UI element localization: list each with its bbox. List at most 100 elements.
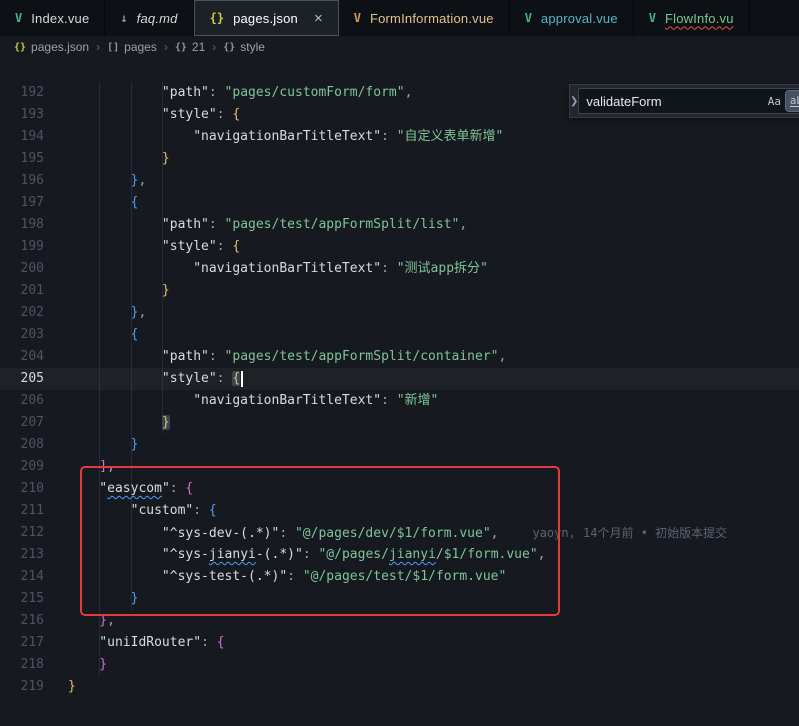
line-number[interactable]: 212 [0, 522, 44, 544]
line-number[interactable]: 196 [0, 170, 44, 192]
find-input[interactable] [586, 94, 762, 109]
whole-word-icon: ab [790, 95, 799, 108]
symbol-icon: {} [14, 42, 26, 53]
line-number[interactable]: 201 [0, 280, 44, 302]
code-text: } [44, 412, 170, 434]
code-line-205[interactable]: 205 "style": { [0, 368, 799, 390]
code-line-203[interactable]: 203 { [0, 324, 799, 346]
symbol-icon: {} [223, 42, 235, 53]
symbol-icon: [] [107, 42, 119, 53]
breadcrumb: {}pages.json › []pages › {}21 › {} style [0, 36, 799, 58]
code-text: } [44, 654, 107, 676]
line-number[interactable]: 214 [0, 566, 44, 588]
line-number[interactable]: 206 [0, 390, 44, 412]
vue-icon: V [525, 11, 532, 25]
line-number[interactable]: 199 [0, 236, 44, 258]
annotation-box [80, 466, 560, 616]
code-line-198[interactable]: 198 "path": "pages/test/appFormSplit/lis… [0, 214, 799, 236]
line-number[interactable]: 200 [0, 258, 44, 280]
code-line-197[interactable]: 197 { [0, 192, 799, 214]
git-blame: yaoyn, 14个月前 • 初始版本提交 [532, 526, 727, 540]
vue-icon: V [354, 11, 361, 25]
vue-icon: V [649, 11, 656, 25]
breadcrumb-item-21[interactable]: {}21 [175, 40, 205, 54]
tab-label: FormInformation.vue [370, 11, 494, 26]
tab-label: approval.vue [541, 11, 618, 26]
code-line-204[interactable]: 204 "path": "pages/test/appFormSplit/con… [0, 346, 799, 368]
breadcrumb-separator: › [96, 40, 100, 54]
line-number[interactable]: 207 [0, 412, 44, 434]
code-line-218[interactable]: 218 } [0, 654, 799, 676]
vue-icon: V [15, 11, 22, 25]
tab-approval.vue[interactable]: Vapproval.vue [510, 0, 634, 36]
code-line-202[interactable]: 202 }, [0, 302, 799, 324]
breadcrumb-item-pages[interactable]: []pages [107, 40, 157, 54]
code-text: }, [44, 302, 146, 324]
close-icon[interactable]: × [314, 11, 323, 26]
line-number[interactable]: 210 [0, 478, 44, 500]
code-line-219[interactable]: 219} [0, 676, 799, 698]
line-number[interactable]: 195 [0, 148, 44, 170]
editor: 192 "path": "pages/customForm/form",193 … [0, 58, 799, 726]
match-case-button[interactable]: Aa [764, 91, 784, 111]
tab-FlowInfo.vu[interactable]: V FlowInfo.vu [634, 0, 750, 36]
find-input-row: Aaab.* [578, 88, 799, 114]
breadcrumb-item-pages.json[interactable]: {}pages.json [14, 40, 89, 54]
code-line-196[interactable]: 196 }, [0, 170, 799, 192]
line-number[interactable]: 192 [0, 82, 44, 104]
code-line-194[interactable]: 194 "navigationBarTitleText": "自定义表单新增" [0, 126, 799, 148]
line-number[interactable]: 211 [0, 500, 44, 522]
line-number[interactable]: 197 [0, 192, 44, 214]
code-line-206[interactable]: 206 "navigationBarTitleText": "新增" [0, 390, 799, 412]
json-icon: {} [210, 11, 224, 25]
symbol-icon: {} [175, 42, 187, 53]
markdown-icon: ↓ [120, 11, 127, 25]
line-number[interactable]: 218 [0, 654, 44, 676]
code-text: }, [44, 170, 146, 192]
line-number[interactable]: 202 [0, 302, 44, 324]
code-text: "navigationBarTitleText": "自定义表单新增" [44, 126, 503, 148]
code-line-200[interactable]: 200 "navigationBarTitleText": "测试app拆分" [0, 258, 799, 280]
tab-label: FlowInfo.vu [665, 11, 734, 26]
tab-label: Index.vue [31, 11, 89, 26]
line-number[interactable]: 216 [0, 610, 44, 632]
whole-word-button[interactable]: ab [786, 91, 799, 111]
line-number[interactable]: 217 [0, 632, 44, 654]
line-number[interactable]: 208 [0, 434, 44, 456]
code-text: "uniIdRouter": { [44, 632, 225, 654]
tab-faq.md[interactable]: ↓faq.md [105, 0, 193, 36]
line-number[interactable]: 215 [0, 588, 44, 610]
breadcrumb-separator: › [212, 40, 216, 54]
code-text: { [44, 324, 138, 346]
code-text: } [44, 148, 170, 170]
tab-FormInformation.vue[interactable]: V FormInformation.vue [339, 0, 510, 36]
line-number[interactable]: 203 [0, 324, 44, 346]
line-number[interactable]: 204 [0, 346, 44, 368]
line-number[interactable]: 213 [0, 544, 44, 566]
tab-Index.vue[interactable]: V Index.vue [0, 0, 105, 36]
text-cursor [241, 371, 243, 387]
tab-pages.json[interactable]: {}pages.json× [194, 0, 339, 36]
breadcrumb-label: style [240, 40, 265, 54]
find-widget: ❯ Aaab.* [569, 84, 799, 118]
line-number[interactable]: 198 [0, 214, 44, 236]
code-line-217[interactable]: 217 "uniIdRouter": { [0, 632, 799, 654]
code-line-195[interactable]: 195 } [0, 148, 799, 170]
breadcrumb-item-style[interactable]: {} style [223, 40, 265, 54]
code-text: "style": { [44, 104, 240, 126]
code-line-208[interactable]: 208 } [0, 434, 799, 456]
breadcrumb-separator: › [164, 40, 168, 54]
code-line-207[interactable]: 207 } [0, 412, 799, 434]
line-number[interactable]: 194 [0, 126, 44, 148]
line-number[interactable]: 205 [0, 368, 44, 390]
code-text: { [44, 192, 138, 214]
code-line-201[interactable]: 201 } [0, 280, 799, 302]
find-expand-chevron[interactable]: ❯ [570, 96, 578, 107]
find-toggles: Aaab.* [762, 91, 799, 111]
code-line-199[interactable]: 199 "style": { [0, 236, 799, 258]
line-number[interactable]: 209 [0, 456, 44, 478]
line-number[interactable]: 219 [0, 676, 44, 698]
line-number[interactable]: 193 [0, 104, 44, 126]
tab-bar: V Index.vue ↓faq.md{}pages.json× V FormInfor… [0, 0, 799, 36]
code-text: "path": "pages/test/appFormSplit/list", [44, 214, 467, 236]
